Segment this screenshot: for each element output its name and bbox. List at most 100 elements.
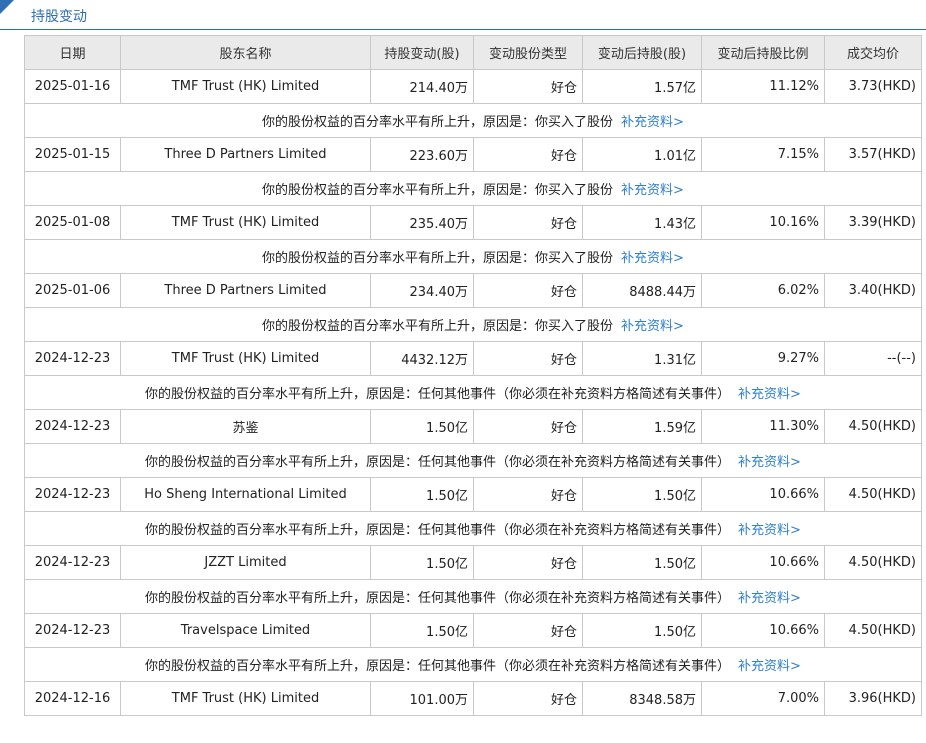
cell-share-change: 1.50亿 <box>370 409 474 444</box>
cell-change-type: 好仓 <box>473 681 583 716</box>
cell-holding-ratio: 10.66% <box>701 613 825 648</box>
supplementary-info-link[interactable]: 补充资料> <box>621 251 684 266</box>
table-row: 2025-01-06 Three D Partners Limited 234.40… <box>24 273 922 308</box>
cell-holder-name: TMF Trust (HK) Limited <box>120 205 371 240</box>
cell-share-change: 4432.12万 <box>370 341 474 376</box>
cell-avg-price: 3.73(HKD) <box>824 69 922 104</box>
cell-date: 2024-12-23 <box>24 341 121 376</box>
cell-holding-ratio: 10.66% <box>701 477 825 512</box>
change-reason-cell: 你的股份权益的百分率水平有所上升，原因是：任何其他事件（你必须在补充资料方格简述… <box>24 647 922 682</box>
change-reason-cell: 你的股份权益的百分率水平有所上升，原因是：你买入了股份 补充资料> <box>24 103 922 138</box>
change-reason-text: 你的股份权益的百分率水平有所上升，原因是：任何其他事件（你必须在补充资料方格简述… <box>145 387 731 402</box>
note-row: 你的股份权益的百分率水平有所上升，原因是：任何其他事件（你必须在补充资料方格简述… <box>24 511 922 546</box>
change-reason-text: 你的股份权益的百分率水平有所上升，原因是：任何其他事件（你必须在补充资料方格简述… <box>145 591 731 606</box>
supplementary-info-link[interactable]: 补充资料> <box>738 387 801 402</box>
change-reason-text: 你的股份权益的百分率水平有所上升，原因是：你买入了股份 <box>262 319 614 334</box>
change-reason-cell: 你的股份权益的百分率水平有所上升，原因是：任何其他事件（你必须在补充资料方格简述… <box>24 511 922 546</box>
table-row: 2024-12-23 Travelspace Limited 1.50亿 好仓 1.50… <box>24 613 922 648</box>
tab-corner-marker <box>0 0 14 14</box>
note-row: 你的股份权益的百分率水平有所上升，原因是：任何其他事件（你必须在补充资料方格简述… <box>24 647 922 682</box>
supplementary-info-link[interactable]: 补充资料> <box>738 455 801 470</box>
cell-holding-ratio: 11.12% <box>701 69 825 104</box>
note-row: 你的股份权益的百分率水平有所上升，原因是：你买入了股份 补充资料> <box>24 171 922 206</box>
cell-date: 2024-12-23 <box>24 409 121 444</box>
cell-change-type: 好仓 <box>473 69 583 104</box>
header-date: 日期 <box>24 35 121 70</box>
change-reason-text: 你的股份权益的百分率水平有所上升，原因是：任何其他事件（你必须在补充资料方格简述… <box>145 455 731 470</box>
supplementary-info-link[interactable]: 补充资料> <box>738 659 801 674</box>
cell-date: 2024-12-23 <box>24 613 121 648</box>
cell-avg-price: --(--) <box>824 341 922 376</box>
note-row: 你的股份权益的百分率水平有所上升，原因是：任何其他事件（你必须在补充资料方格简述… <box>24 375 922 410</box>
table-row: 2025-01-08 TMF Trust (HK) Limited 235.40万好… <box>24 205 922 240</box>
change-reason-cell: 你的股份权益的百分率水平有所上升，原因是：任何其他事件（你必须在补充资料方格简述… <box>24 579 922 614</box>
cell-holding-after: 1.50亿 <box>582 613 702 648</box>
header-holding-after: 变动后持股(股) <box>582 35 702 70</box>
cell-holding-ratio: 7.00% <box>701 681 825 716</box>
cell-holding-ratio: 10.16% <box>701 205 825 240</box>
section-title: 持股变动 <box>31 9 87 25</box>
cell-date: 2025-01-08 <box>24 205 121 240</box>
table-row: 2024-12-23 JZZT Limited 1.50亿 好仓 1.50亿 10.66%… <box>24 545 922 580</box>
cell-holding-ratio: 11.30% <box>701 409 825 444</box>
change-reason-cell: 你的股份权益的百分率水平有所上升，原因是：你买入了股份 补充资料> <box>24 171 922 206</box>
header-avg-price: 成交均价 <box>824 35 922 70</box>
cell-avg-price: 4.50(HKD) <box>824 613 922 648</box>
change-reason-cell: 你的股份权益的百分率水平有所上升，原因是：任何其他事件（你必须在补充资料方格简述… <box>24 375 922 410</box>
change-reason-text: 你的股份权益的百分率水平有所上升，原因是：你买入了股份 <box>262 183 614 198</box>
supplementary-info-link[interactable]: 补充资料> <box>738 591 801 606</box>
cell-holding-after: 8488.44万 <box>582 273 702 308</box>
cell-change-type: 好仓 <box>473 409 583 444</box>
change-reason-text: 你的股份权益的百分率水平有所上升，原因是：你买入了股份 <box>262 251 614 266</box>
header-change-type: 变动股份类型 <box>473 35 583 70</box>
table-row: 2025-01-16 TMF Trust (HK) Limited 214.40万好… <box>24 69 922 104</box>
supplementary-info-link[interactable]: 补充资料> <box>738 523 801 538</box>
cell-date: 2025-01-06 <box>24 273 121 308</box>
change-reason-cell: 你的股份权益的百分率水平有所上升，原因是：你买入了股份 补充资料> <box>24 307 922 342</box>
cell-share-change: 234.40万 <box>370 273 474 308</box>
cell-holding-after: 1.50亿 <box>582 477 702 512</box>
supplementary-info-link[interactable]: 补充资料> <box>621 183 684 198</box>
change-reason-text: 你的股份权益的百分率水平有所上升，原因是：你买入了股份 <box>262 115 614 130</box>
table-body: 2025-01-16 TMF Trust (HK) Limited 214.40万好… <box>24 69 922 716</box>
cell-share-change: 101.00万 <box>370 681 474 716</box>
cell-share-change: 223.60万 <box>370 137 474 172</box>
cell-change-type: 好仓 <box>473 341 583 376</box>
cell-holding-after: 8348.58万 <box>582 681 702 716</box>
cell-change-type: 好仓 <box>473 613 583 648</box>
cell-date: 2024-12-16 <box>24 681 121 716</box>
cell-change-type: 好仓 <box>473 477 583 512</box>
cell-holding-ratio: 10.66% <box>701 545 825 580</box>
cell-holder-name: 苏鉴 <box>120 409 371 444</box>
cell-date: 2024-12-23 <box>24 477 121 512</box>
cell-holder-name: JZZT Limited <box>120 545 371 580</box>
cell-holding-after: 1.59亿 <box>582 409 702 444</box>
note-row: 你的股份权益的百分率水平有所上升，原因是：你买入了股份 补充资料> <box>24 307 922 342</box>
tab-holding-changes[interactable]: 持股变动 <box>0 0 120 29</box>
cell-change-type: 好仓 <box>473 545 583 580</box>
note-row: 你的股份权益的百分率水平有所上升，原因是：任何其他事件（你必须在补充资料方格简述… <box>24 443 922 478</box>
header-holder-name: 股东名称 <box>120 35 371 70</box>
cell-holding-ratio: 9.27% <box>701 341 825 376</box>
table-row: 2024-12-23 Ho Sheng International Limited… <box>24 477 922 512</box>
table-row: 2024-12-16 TMF Trust (HK) Limited 101.00万好… <box>24 681 922 716</box>
cell-holder-name: Three D Partners Limited <box>120 137 371 172</box>
cell-share-change: 1.50亿 <box>370 477 474 512</box>
cell-date: 2025-01-16 <box>24 69 121 104</box>
cell-avg-price: 3.57(HKD) <box>824 137 922 172</box>
cell-holder-name: TMF Trust (HK) Limited <box>120 681 371 716</box>
note-row: 你的股份权益的百分率水平有所上升，原因是：你买入了股份 补充资料> <box>24 103 922 138</box>
cell-holding-ratio: 7.15% <box>701 137 825 172</box>
table-row: 2024-12-23 TMF Trust (HK) Limited 4432.12万… <box>24 341 922 376</box>
cell-date: 2025-01-15 <box>24 137 121 172</box>
cell-holder-name: Ho Sheng International Limited <box>120 477 371 512</box>
cell-holding-after: 1.50亿 <box>582 545 702 580</box>
cell-share-change: 1.50亿 <box>370 613 474 648</box>
supplementary-info-link[interactable]: 补充资料> <box>621 115 684 130</box>
header-holding-ratio: 变动后持股比例 <box>701 35 825 70</box>
note-row: 你的股份权益的百分率水平有所上升，原因是：任何其他事件（你必须在补充资料方格简述… <box>24 579 922 614</box>
supplementary-info-link[interactable]: 补充资料> <box>621 319 684 334</box>
cell-change-type: 好仓 <box>473 273 583 308</box>
holding-changes-table: 日期 股东名称 持股变动(股) 变动股份类型 变动后持股(股) 变动后持股比例 … <box>24 35 922 716</box>
change-reason-text: 你的股份权益的百分率水平有所上升，原因是：任何其他事件（你必须在补充资料方格简述… <box>145 659 731 674</box>
